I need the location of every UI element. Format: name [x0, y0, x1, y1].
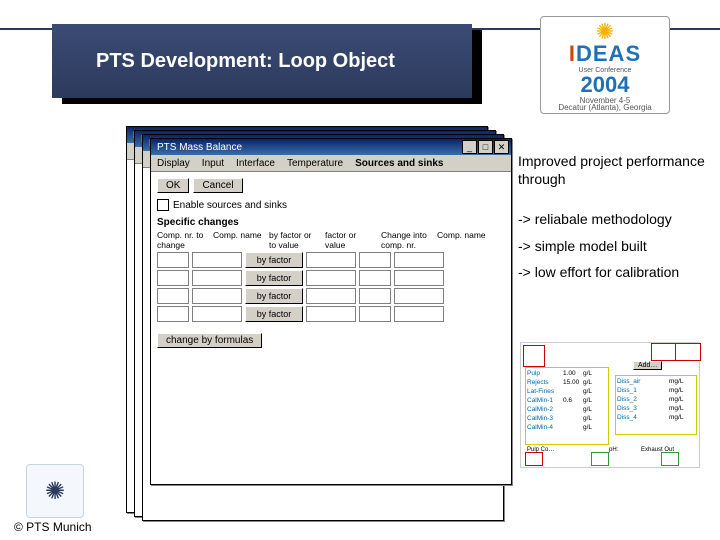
field-row: by factor	[157, 288, 505, 304]
cancel-button[interactable]: Cancel	[193, 178, 242, 193]
value-field[interactable]	[306, 288, 356, 304]
change-into-field[interactable]	[359, 306, 391, 322]
footer-lightbulb-icon: ✺	[26, 464, 84, 518]
comp-name-2-field[interactable]	[394, 306, 444, 322]
diagram-table-left: Pulp1.00g/LRejects15.00g/LLat-Finesg/LCa…	[525, 367, 609, 445]
change-by-formulas-button[interactable]: change by formulas	[157, 333, 262, 348]
comp-name-field[interactable]	[192, 306, 242, 322]
field-row: by factor	[157, 270, 505, 286]
hdr-comp-name-2: Comp. name	[437, 230, 487, 250]
comp-nr-field[interactable]	[157, 270, 189, 286]
diagram-port-br	[661, 452, 679, 466]
comp-name-field[interactable]	[192, 252, 242, 268]
diagram-outlet-2	[675, 343, 701, 361]
column-headers: Comp. nr. to change Comp. name by factor…	[157, 230, 505, 250]
window-body: OK Cancel Enable sources and sinks Speci…	[151, 172, 511, 484]
hdr-change-into: Change into comp. nr.	[381, 230, 431, 250]
comp-name-2-field[interactable]	[394, 252, 444, 268]
field-row: by factor	[157, 252, 505, 268]
minimize-icon[interactable]: _	[462, 140, 477, 154]
logo-brand: IDEAS	[569, 41, 641, 67]
value-field[interactable]	[306, 306, 356, 322]
ok-button[interactable]: OK	[157, 178, 189, 193]
section-heading: Specific changes	[157, 217, 505, 228]
value-field[interactable]	[306, 270, 356, 286]
change-into-field[interactable]	[359, 270, 391, 286]
change-into-field[interactable]	[359, 288, 391, 304]
diagram-outlet-1	[651, 343, 677, 361]
menu-interface[interactable]: Interface	[236, 158, 275, 169]
comp-nr-field[interactable]	[157, 288, 189, 304]
menu-temperature[interactable]: Temperature	[287, 158, 343, 169]
diagram-port-bm	[591, 452, 609, 466]
value-field[interactable]	[306, 252, 356, 268]
maximize-icon[interactable]: □	[478, 140, 493, 154]
flowsheet-diagram: Add… Pulp1.00g/LRejects15.00g/LLat-Fines…	[520, 342, 700, 468]
slide-title: PTS Development: Loop Object	[96, 50, 395, 73]
comp-name-2-field[interactable]	[394, 270, 444, 286]
bullet-2: -> simple model built	[518, 237, 720, 255]
comp-name-field[interactable]	[192, 270, 242, 286]
comp-nr-field[interactable]	[157, 252, 189, 268]
conference-logo: ✺ IDEAS User Conference 2004 November 4-…	[540, 16, 670, 114]
copyright-text: © PTS Munich	[14, 520, 92, 534]
menu-input[interactable]: Input	[202, 158, 224, 169]
hdr-comp-nr: Comp. nr. to change	[157, 230, 207, 250]
factor-dropdown[interactable]: by factor	[245, 288, 303, 304]
hdr-factor-value: factor or value	[325, 230, 375, 250]
diagram-port-bl	[525, 452, 543, 466]
factor-dropdown[interactable]: by factor	[245, 270, 303, 286]
menu-display[interactable]: Display	[157, 158, 190, 169]
factor-dropdown[interactable]: by factor	[245, 306, 303, 322]
side-text: Improved project performance through -> …	[518, 152, 720, 289]
field-grid: by factor by factor by factor by factor	[157, 252, 505, 322]
logo-year: 2004	[575, 72, 636, 98]
comp-name-field[interactable]	[192, 288, 242, 304]
field-row: by factor	[157, 306, 505, 322]
comp-nr-field[interactable]	[157, 306, 189, 322]
change-into-field[interactable]	[359, 252, 391, 268]
comp-name-2-field[interactable]	[394, 288, 444, 304]
factor-dropdown[interactable]: by factor	[245, 252, 303, 268]
diagram-label-bm: pH:	[609, 447, 618, 453]
checkbox-icon	[157, 199, 169, 211]
checkbox-label: Enable sources and sinks	[173, 200, 287, 211]
diagram-inlet-1	[523, 345, 545, 367]
diagram-table-right: Diss_airmg/LDiss_1mg/LDiss_2mg/LDiss_3mg…	[615, 375, 697, 435]
slide-title-banner: PTS Development: Loop Object	[52, 24, 472, 98]
bullet-3: -> low effort for calibration	[518, 263, 720, 281]
bullet-1: -> reliabale methodology	[518, 210, 720, 228]
lead-text: Improved project performance through	[518, 152, 720, 188]
close-icon[interactable]: ✕	[494, 140, 509, 154]
hdr-comp-name: Comp. name	[213, 230, 263, 250]
window-titlebar[interactable]: PTS Mass Balance _ □ ✕	[151, 139, 511, 155]
add-button[interactable]: Add…	[633, 361, 662, 370]
menu-sources-sinks[interactable]: Sources and sinks	[355, 158, 443, 169]
window-title: PTS Mass Balance	[157, 142, 242, 153]
pts-mass-balance-window: PTS Mass Balance _ □ ✕ Display Input Int…	[150, 138, 512, 485]
logo-place: Decatur (Atlanta), Georgia	[558, 103, 651, 112]
hdr-factor-value-select: by factor or to value	[269, 230, 319, 250]
window-menubar: Display Input Interface Temperature Sour…	[151, 155, 511, 172]
enable-sources-checkbox[interactable]: Enable sources and sinks	[157, 199, 505, 211]
